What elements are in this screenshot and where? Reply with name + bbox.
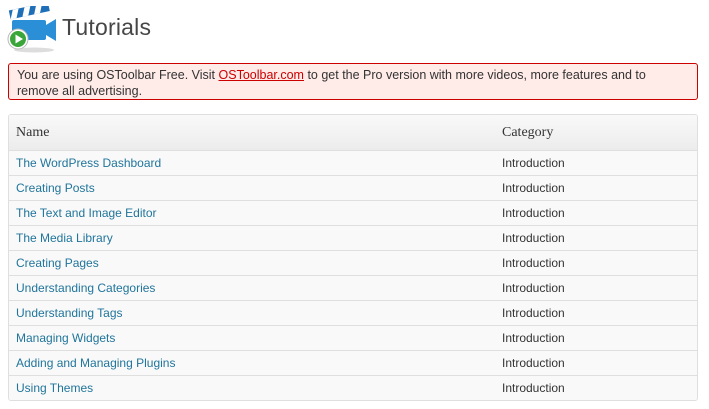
table-header-row: Name Category [9,115,697,151]
tutorial-link[interactable]: The Text and Image Editor [16,206,157,220]
table-row: Creating Posts Introduction [9,175,697,201]
table-row: The Text and Image Editor Introduction [9,200,697,226]
tutorials-table: Name Category The WordPress Dashboard In… [8,114,698,401]
tutorial-link[interactable]: Understanding Tags [16,306,123,320]
table-row: The WordPress Dashboard Introduction [9,150,697,176]
table-row: Understanding Tags Introduction [9,300,697,326]
table-row: Managing Widgets Introduction [9,325,697,351]
tutorial-category: Introduction [495,325,697,351]
tutorial-link[interactable]: Understanding Categories [16,281,155,295]
tutorial-link[interactable]: Managing Widgets [16,331,115,345]
column-header-name: Name [9,115,495,151]
tutorial-link[interactable]: Creating Posts [16,181,95,195]
table-row: Understanding Categories Introduction [9,275,697,301]
notice-text-before: You are using OSToolbar Free. Visit [17,68,219,82]
tutorial-category: Introduction [495,250,697,276]
tutorial-category: Introduction [495,350,697,376]
table-row: Creating Pages Introduction [9,250,697,276]
upgrade-notice: You are using OSToolbar Free. Visit OSTo… [8,63,698,100]
column-header-category: Category [495,115,697,151]
tutorial-category: Introduction [495,300,697,326]
ostoolbar-link[interactable]: OSToolbar.com [219,68,304,82]
tutorial-category: Introduction [495,275,697,301]
tutorial-category: Introduction [495,225,697,251]
tutorial-link[interactable]: The WordPress Dashboard [16,156,161,170]
table-row: The Media Library Introduction [9,225,697,251]
tutorial-category: Introduction [495,175,697,201]
page: Tutorials You are using OSToolbar Free. … [0,0,709,409]
tutorial-link[interactable]: Adding and Managing Plugins [16,356,175,370]
tutorial-category: Introduction [495,200,697,226]
tutorial-link[interactable]: Creating Pages [16,256,99,270]
tutorial-category: Introduction [495,150,697,176]
page-title: Tutorials [62,14,152,40]
tutorial-category: Introduction [495,375,697,400]
table-row: Using Themes Introduction [9,375,697,400]
page-header: Tutorials [6,2,696,54]
video-camera-play-icon [6,2,58,54]
tutorial-link[interactable]: The Media Library [16,231,113,245]
table-row: Adding and Managing Plugins Introduction [9,350,697,376]
tutorial-link[interactable]: Using Themes [16,381,93,395]
